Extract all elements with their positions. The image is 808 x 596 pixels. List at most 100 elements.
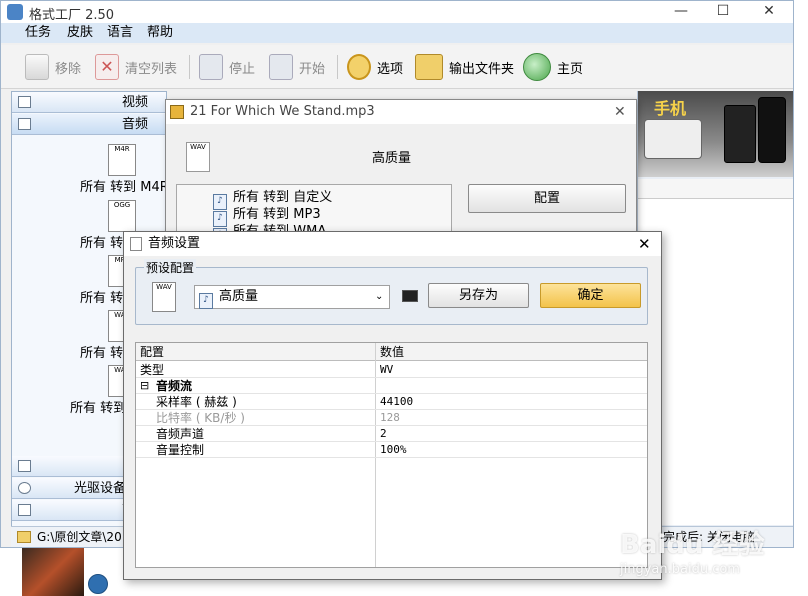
grid-row-label: 采样率 ( 赫兹 ) [156,395,237,409]
preset-select-value: 高质量 [219,289,259,304]
audio-settings-icon [130,237,142,251]
grid-row-label: 音频声道 [156,427,205,441]
remove-icon [25,54,49,80]
home-label: 主页 [557,61,584,77]
watermark-brand: Baidu 经验 [620,530,765,560]
m4r-file-icon: M4R [108,144,136,176]
grid-row-sample-rate[interactable]: 采样率 ( 赫兹 ) 44100 [136,394,647,410]
audio-icon [18,118,31,130]
grid-row-type[interactable]: 类型 WV [136,362,647,378]
config-button[interactable]: 配置 [468,184,626,213]
format-label: 所有 转到 [70,401,127,416]
chevron-down-icon: ⌄ [375,291,384,302]
options-label: 选项 [377,61,404,77]
menu-task[interactable]: 任务 [25,25,51,41]
globe-icon [523,53,551,81]
close-button[interactable]: ✕ [749,1,789,23]
tree-item-label: 所有 转到 自定义 [233,190,333,205]
audio-dialog-title: 音频设置 [148,236,201,251]
clear-list-label: 清空列表 [125,61,178,77]
start-button[interactable]: 开始 [269,51,325,83]
film-icon [88,574,108,594]
file-dialog-close-button[interactable]: ✕ [614,100,626,124]
grid-header-name: 配置 [140,345,165,359]
task-list-header [638,179,793,199]
maximize-button[interactable]: ☐ [703,1,743,23]
collapse-icon[interactable]: ⊟ [140,378,149,394]
grid-group-label: 音频流 [156,379,193,393]
folder-icon [17,531,31,543]
stop-button[interactable]: 停止 [199,51,255,83]
format-label: 所有 转到 M4R [80,180,169,195]
quality-label: 高质量 [372,151,412,166]
preset-select[interactable]: ♪ 高质量 ⌄ [194,285,390,309]
grid-header-value: 数值 [380,345,405,359]
toolbar: 移除 ✕ 清空列表 停止 开始 选项 输出文件夹 主页 [1,45,793,89]
status-path: G:\原创文章\201 [37,530,130,544]
phone-banner: 手机 [638,91,793,177]
image-icon [18,460,31,472]
remove-button[interactable]: 移除 [25,51,81,83]
grid-row-value: 100% [380,443,407,456]
app-logo-icon [7,4,23,20]
wav-file-icon: WAV [152,282,176,312]
start-icon [269,54,293,80]
wav-file-icon: WAV [186,142,210,172]
disc-icon [18,482,31,494]
clear-list-button[interactable]: ✕ 清空列表 [95,51,177,83]
audio-label: 音频 [122,117,149,132]
tree-item-custom[interactable]: ♪ 所有 转到 自定义 [213,189,333,210]
grid-row-volume[interactable]: 音量控制 100% [136,442,647,458]
phone-icon [644,119,702,159]
preset-group-label: 预设配置 [144,259,197,276]
video-label: 视频 [122,95,149,110]
menu-skin[interactable]: 皮肤 [67,25,93,41]
options-button[interactable]: 选项 [347,51,403,83]
phone-icon [758,97,786,163]
ok-button[interactable]: 确定 [540,283,641,308]
grid-row-value: 44100 [380,395,414,408]
audio-dialog-close-button[interactable]: ✕ [638,232,651,256]
save-as-button[interactable]: 另存为 [428,283,529,308]
output-folder-label: 输出文件夹 [449,61,515,77]
music-note-icon: ♪ [199,293,213,309]
video-icon [18,96,31,108]
start-label: 开始 [299,61,326,77]
grid-row-value: 128 [380,411,400,424]
stop-label: 停止 [229,61,256,77]
grid-row-bitrate[interactable]: 比特率 ( KB/秒 ) 128 [136,410,647,426]
advanced-icon [18,504,31,516]
clear-list-icon: ✕ [95,54,119,80]
folder-icon [415,54,443,80]
stop-icon [199,54,223,80]
tree-item-label: 所有 转到 MP3 [233,207,321,222]
menu-help[interactable]: 帮助 [147,25,173,41]
window-title: 格式工厂 2.50 [29,8,115,23]
menubar: 任务 皮肤 语言 帮助 [1,23,793,43]
preset-group: 预设配置 WAV ♪ 高质量 ⌄ 另存为 确定 [135,259,648,325]
gear-icon [347,54,371,80]
menu-language[interactable]: 语言 [107,25,133,41]
command-icon[interactable] [402,290,418,302]
grid-header: 配置 数值 [136,343,647,361]
video-thumbnail [22,548,84,596]
app-logo-icon [170,105,184,119]
grid-row-label: 比特率 ( KB/秒 ) [156,411,245,425]
home-button[interactable]: 主页 [523,51,583,83]
tree-item-mp3[interactable]: ♪ 所有 转到 MP3 [213,206,321,227]
grid-group-audio-stream[interactable]: ⊟ 音频流 [136,378,647,394]
grid-row-channels[interactable]: 音频声道 2 [136,426,647,442]
output-folder-button[interactable]: 输出文件夹 [415,51,514,83]
sidebar-category-audio[interactable]: 音频 [12,114,166,135]
grid-row-value: WV [380,363,394,376]
main-titlebar: 格式工厂 2.50 — ☐ ✕ [1,1,793,23]
grid-row-value: 2 [380,427,387,440]
audio-dialog-titlebar: 音频设置 ✕ [124,232,661,256]
format-item-m4r[interactable]: M4R 所有 转到 M4R [12,142,169,195]
banner-phone-label: 手机 [654,99,687,118]
grid-row-label: 类型 [140,363,165,377]
toolbar-separator [337,55,338,79]
minimize-button[interactable]: — [661,1,701,23]
cd-label: 光驱设备 [74,481,127,496]
sidebar-category-video[interactable]: 视频 [12,92,166,113]
